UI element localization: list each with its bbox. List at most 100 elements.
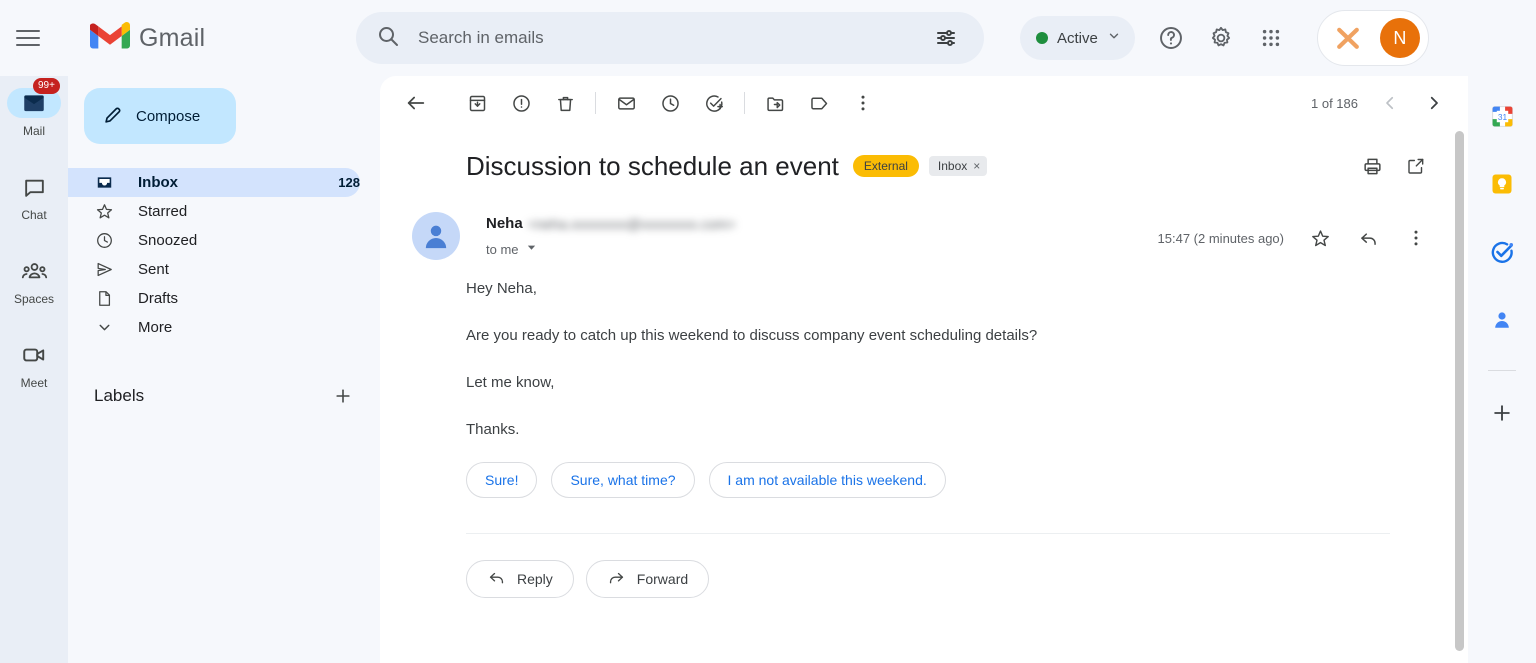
rail-item-meet[interactable]: Meet [0, 340, 68, 410]
gmail-m-icon [90, 21, 130, 56]
sidebar-item-inbox[interactable]: Inbox 128 [68, 168, 360, 197]
label-chip-inbox-text: Inbox [937, 159, 968, 173]
top-bar: Gmail Active [0, 0, 1536, 76]
report-spam-icon[interactable] [499, 81, 543, 125]
body-paragraph: Hey Neha, [466, 280, 537, 297]
sidebar-item-more[interactable]: More [68, 313, 360, 342]
search-options-icon[interactable] [924, 16, 968, 60]
gmail-wordmark: Gmail [139, 23, 206, 52]
create-label-plus-icon[interactable] [328, 381, 358, 411]
app-rail: 99+ Mail Chat Spaces Meet [0, 76, 68, 663]
archive-icon[interactable] [455, 81, 499, 125]
google-calendar-icon[interactable]: 31 [1482, 96, 1522, 136]
label-chip-inbox[interactable]: Inbox × [928, 156, 988, 176]
help-icon[interactable] [1149, 16, 1193, 60]
star-icon[interactable] [1298, 216, 1342, 260]
draft-icon [94, 289, 114, 308]
body-paragraph: Let me know, [466, 374, 555, 391]
pencil-icon [102, 104, 124, 129]
email-scrollbar[interactable] [1452, 131, 1466, 663]
reply-arrow-icon [487, 568, 506, 590]
chat-bubble-icon [7, 172, 61, 202]
print-icon[interactable] [1350, 144, 1394, 188]
open-in-new-window-icon[interactable] [1394, 144, 1438, 188]
forward-button-label: Forward [636, 571, 689, 587]
folder-list: Inbox 128 Starred Snoozed Sent Drafts Mo… [68, 168, 380, 342]
smart-reply-chips: Sure! Sure, what time? I am not availabl… [380, 440, 1468, 498]
scrollbar-thumb[interactable] [1455, 131, 1464, 651]
sidebar-item-inbox-label: Inbox [138, 174, 178, 191]
add-to-tasks-icon[interactable] [692, 81, 736, 125]
sender-name: Neha [486, 215, 523, 232]
older-page-icon[interactable] [1412, 81, 1456, 125]
status-active-button[interactable]: Active [1020, 16, 1135, 60]
snooze-icon[interactable] [648, 81, 692, 125]
gmail-logo[interactable]: Gmail [90, 21, 348, 56]
forward-button[interactable]: Forward [585, 560, 710, 598]
rail-item-spaces-label: Spaces [13, 292, 55, 306]
status-badge-external[interactable]: External [852, 155, 919, 177]
sidebar-item-sent-label: Sent [138, 261, 169, 278]
smart-reply-chip-2[interactable]: Sure, what time? [551, 462, 695, 498]
message-timestamp: 15:47 (2 minutes ago) [1157, 230, 1284, 246]
main-menu-icon[interactable] [4, 14, 52, 62]
svg-text:31: 31 [1497, 111, 1507, 121]
google-tasks-icon[interactable] [1482, 232, 1522, 272]
more-options-icon[interactable] [841, 81, 885, 125]
labels-icon[interactable] [797, 81, 841, 125]
sidebar-item-snoozed-label: Snoozed [138, 232, 198, 249]
apps-grid-icon[interactable] [1249, 16, 1293, 60]
subject-row: Discussion to schedule an event External… [380, 130, 1468, 188]
recipient-toggle[interactable]: to me [486, 240, 1158, 258]
status-dot-icon [1036, 32, 1048, 44]
search-input[interactable] [418, 28, 924, 48]
sidebar-item-drafts-label: Drafts [138, 290, 179, 307]
page-title: Discussion to schedule an event [466, 150, 839, 181]
email-toolbar: 1 of 186 [380, 76, 1468, 130]
toolbar-divider-2 [744, 92, 745, 114]
sidebar-item-drafts[interactable]: Drafts [68, 284, 360, 313]
move-to-icon[interactable] [753, 81, 797, 125]
sender-email: <neha.xxxxxxxx@xxxxxxxx.com> [527, 215, 736, 232]
mark-unread-icon[interactable] [604, 81, 648, 125]
sidebar-item-sent[interactable]: Sent [68, 255, 360, 284]
rail-item-chat[interactable]: Chat [0, 172, 68, 242]
video-camera-icon [7, 340, 61, 370]
workspace-tools-icon[interactable] [1326, 16, 1370, 60]
rail-item-mail-label: Mail [22, 124, 45, 138]
close-icon[interactable]: × [973, 159, 980, 173]
newer-page-icon[interactable] [1368, 81, 1412, 125]
rail-item-mail[interactable]: 99+ Mail [0, 78, 68, 158]
google-keep-icon[interactable] [1482, 164, 1522, 204]
sender-avatar[interactable] [412, 212, 460, 260]
smart-reply-chip-3[interactable]: I am not available this weekend. [708, 462, 946, 498]
avatar[interactable]: N [1379, 18, 1420, 58]
chevron-down-icon [1107, 29, 1121, 48]
recipient-label: to me [486, 241, 519, 257]
compose-button[interactable]: Compose [84, 88, 236, 144]
sidebar-item-snoozed[interactable]: Snoozed [68, 226, 360, 255]
top-bar-actions: N [1149, 10, 1429, 66]
body-paragraph: Are you ready to catch up this weekend t… [466, 327, 1038, 344]
back-icon[interactable] [394, 81, 438, 125]
star-icon [94, 202, 114, 221]
delete-icon[interactable] [543, 81, 587, 125]
rail-item-spaces[interactable]: Spaces [0, 256, 68, 326]
reply-button[interactable]: Reply [466, 560, 574, 598]
status-label: Active [1057, 29, 1098, 47]
sender-row: Neha <neha.xxxxxxxx@xxxxxxxx.com> to me … [380, 188, 1468, 260]
sidebar-item-starred[interactable]: Starred [68, 197, 360, 226]
reply-icon[interactable] [1346, 216, 1390, 260]
reply-forward-row: Reply Forward [380, 534, 1468, 598]
gmail-app: Gmail Active [0, 0, 1536, 663]
chevron-down-icon [94, 319, 114, 336]
gear-icon[interactable] [1199, 16, 1243, 60]
add-addon-plus-icon[interactable] [1482, 393, 1522, 433]
reply-button-label: Reply [517, 571, 553, 587]
message-more-icon[interactable] [1394, 216, 1438, 260]
google-contacts-icon[interactable] [1482, 300, 1522, 340]
rail-item-chat-label: Chat [21, 208, 47, 222]
search-icon [376, 24, 400, 53]
search-bar[interactable] [356, 12, 984, 64]
smart-reply-chip-1[interactable]: Sure! [466, 462, 538, 498]
